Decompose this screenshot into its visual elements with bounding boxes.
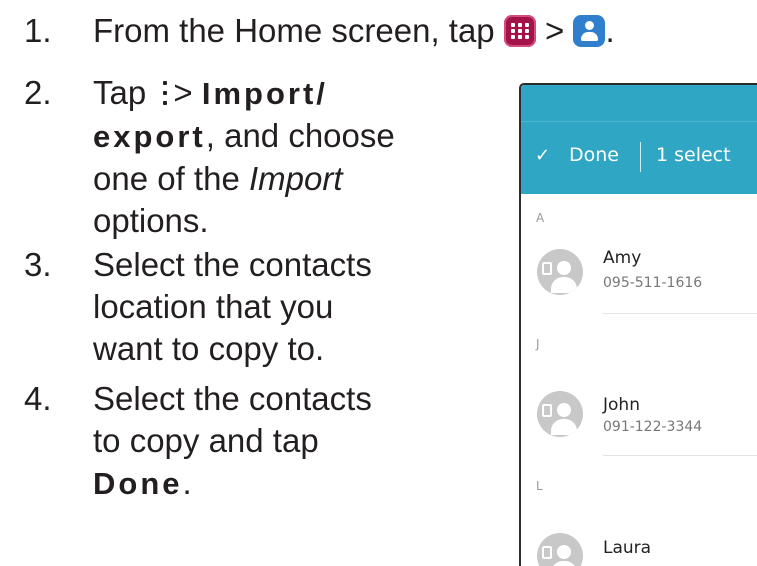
section-header-a: A bbox=[536, 211, 545, 225]
step-text: Tap > Import/ export, and choose one of … bbox=[93, 72, 493, 242]
contact-avatar-icon bbox=[537, 391, 583, 437]
gt-sign: > bbox=[173, 74, 193, 111]
step-2-text-b: one of the bbox=[93, 160, 240, 197]
section-header-l: L bbox=[536, 479, 543, 493]
contact-avatar-icon bbox=[537, 533, 583, 566]
contact-name: Amy bbox=[603, 248, 642, 268]
phone-screenshot: ✓ Done 1 select A Amy 095-511-1616 J Joh… bbox=[519, 83, 757, 566]
done-label: Done bbox=[93, 466, 183, 501]
contact-phone: 095-511-1616 bbox=[603, 275, 703, 291]
step-2-text: , and choose bbox=[205, 117, 395, 154]
step-4-line-1: Select the contacts bbox=[93, 380, 372, 417]
contacts-person-icon bbox=[573, 15, 606, 47]
step-1-text: From the Home screen, tap bbox=[93, 12, 495, 49]
import-italic: Import bbox=[248, 160, 343, 197]
divider bbox=[603, 313, 757, 314]
step-number: 3. bbox=[24, 246, 52, 283]
more-options-icon bbox=[161, 78, 169, 108]
step-text: Select the contacts to copy and tap Done… bbox=[93, 378, 372, 505]
selection-app-bar: ✓ Done 1 select bbox=[521, 121, 757, 194]
step-text: Select the contacts location that you wa… bbox=[93, 244, 372, 370]
section-header-j: J bbox=[536, 337, 540, 351]
export-label: export bbox=[93, 119, 206, 154]
step-number: 1. bbox=[24, 12, 52, 49]
step-3-line-1: Select the contacts bbox=[93, 246, 372, 283]
contact-phone: 091-122-3344 bbox=[603, 419, 703, 435]
selected-count: 1 select bbox=[656, 144, 731, 166]
gt-sign: > bbox=[545, 12, 565, 49]
apps-grid-icon bbox=[503, 15, 536, 47]
step-3-line-3: want to copy to. bbox=[93, 330, 325, 367]
tap-word: Tap bbox=[93, 74, 147, 111]
divider bbox=[603, 455, 757, 456]
step-4-line-2: to copy and tap bbox=[93, 422, 319, 459]
contact-name: John bbox=[603, 395, 640, 415]
status-bar bbox=[521, 85, 757, 121]
step-number: 2. bbox=[24, 74, 52, 111]
step-number: 4. bbox=[24, 380, 52, 417]
step-3-line-2: location that you bbox=[93, 288, 334, 325]
contact-avatar-icon bbox=[537, 249, 583, 295]
divider bbox=[640, 142, 641, 172]
step-1-end: . bbox=[605, 12, 615, 49]
contact-name: Laura bbox=[603, 538, 652, 558]
check-icon[interactable]: ✓ bbox=[535, 145, 550, 166]
step-2-text-c: options. bbox=[93, 202, 209, 239]
step-4-end: . bbox=[182, 464, 192, 501]
import-export-label: Import/ bbox=[201, 76, 328, 111]
step-text: From the Home screen, tap > . bbox=[93, 10, 615, 52]
done-button[interactable]: Done bbox=[569, 144, 619, 166]
